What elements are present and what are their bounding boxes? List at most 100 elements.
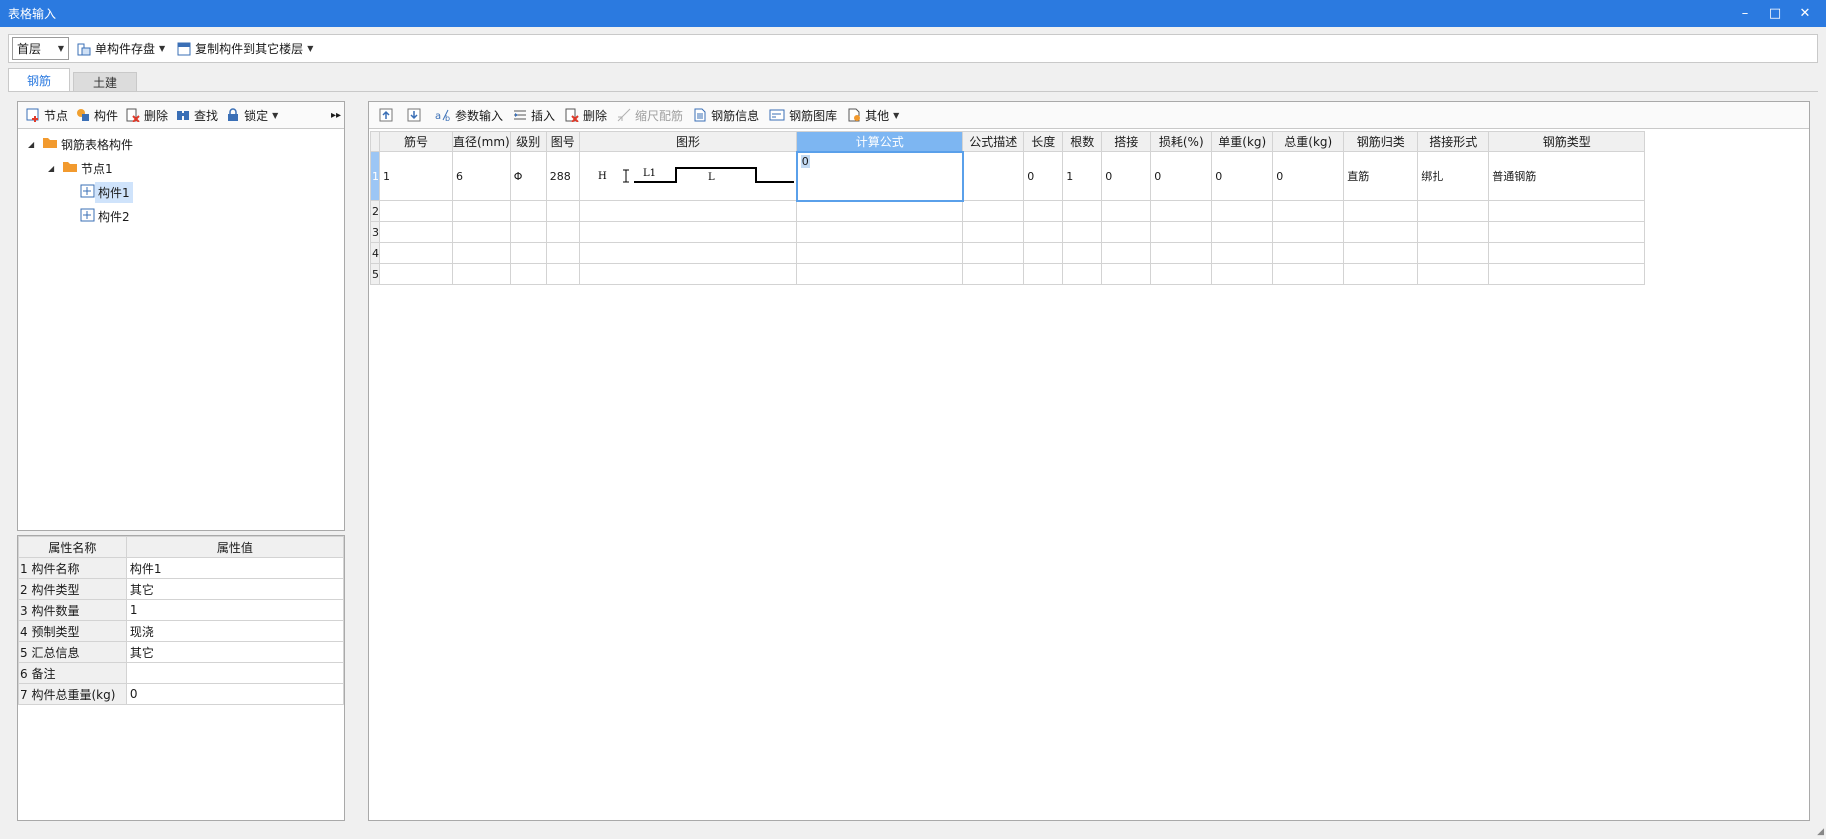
rebar-info-button[interactable]: 钢筋信息 (689, 104, 763, 127)
column-header[interactable]: 公式描述 (962, 131, 1025, 152)
copy-to-floor-button[interactable]: 复制构件到其它楼层 ▼ (173, 37, 317, 60)
bar-type-cell[interactable]: 普通钢筋 (1488, 151, 1646, 201)
window-title: 表格输入 (8, 7, 57, 21)
delete-icon (126, 108, 140, 122)
prop-value[interactable] (125, 662, 345, 684)
prop-value[interactable]: 构件1 (125, 557, 345, 579)
column-header[interactable]: 总重(kg) (1272, 131, 1345, 152)
chevron-down-icon: ▼ (272, 110, 279, 120)
table-row[interactable]: 6 备注 (18, 662, 345, 684)
row-number[interactable]: 4 (370, 242, 380, 264)
table-row[interactable]: 1 1 6 Φ 288 H L1 L 0 0 1 0 0 0 0 直筋 绑扎 普… (370, 150, 1646, 202)
table-row[interactable]: 5 (370, 263, 1646, 285)
table-row[interactable]: 3 (370, 221, 1646, 243)
row-number[interactable]: 3 (370, 221, 380, 243)
loss-cell[interactable]: 0 (1150, 151, 1213, 201)
table-row[interactable]: 1 构件名称 构件1 (18, 557, 345, 579)
add-component-button[interactable]: 构件 (72, 104, 122, 127)
delete-tree-button[interactable]: 删除 (122, 104, 172, 127)
maximize-button[interactable]: □ (1760, 0, 1790, 27)
tree-node[interactable]: ◢ 节点1 (18, 156, 344, 180)
expand-toggle-icon[interactable]: ◢ (28, 140, 38, 149)
row-number[interactable]: 2 (370, 200, 380, 222)
column-header[interactable]: 直径(mm) (452, 131, 511, 152)
save-component-button[interactable]: 单构件存盘 ▼ (73, 37, 169, 60)
find-button[interactable]: 查找 (172, 104, 222, 127)
tree-item-component1[interactable]: 构件1 (18, 180, 344, 204)
table-row[interactable]: 5 汇总信息 其它 (18, 641, 345, 663)
column-header[interactable]: 搭接 (1101, 131, 1152, 152)
minimize-button[interactable]: – (1730, 0, 1760, 27)
prop-value[interactable]: 其它 (125, 641, 345, 663)
column-header[interactable]: 图形 (578, 131, 798, 152)
bar-no-cell[interactable]: 1 (379, 151, 453, 201)
resize-grip-icon[interactable]: ◢ (1817, 827, 1824, 837)
find-label: 查找 (194, 108, 219, 123)
delete-row-button[interactable]: 删除 (561, 104, 611, 127)
column-header-formula[interactable]: 计算公式 (796, 131, 964, 152)
diameter-cell[interactable]: 6 (452, 151, 511, 201)
column-header[interactable]: 钢筋归类 (1343, 131, 1419, 152)
param-input-button[interactable]: ab 参数输入 (431, 104, 507, 127)
column-header[interactable]: 筋号 (379, 131, 453, 152)
column-header[interactable]: 长度 (1023, 131, 1064, 152)
folder-icon (42, 136, 58, 152)
insert-row-button[interactable]: 插入 (509, 104, 559, 127)
column-header[interactable]: 级别 (509, 131, 547, 152)
tree-item-component2[interactable]: 构件2 (18, 204, 344, 228)
prop-name-header: 属性名称 (18, 536, 127, 558)
move-down-button[interactable] (403, 104, 429, 127)
rebar-library-button[interactable]: 钢筋图库 (765, 104, 841, 127)
move-up-button[interactable] (375, 104, 401, 127)
prop-value[interactable]: 1 (125, 599, 345, 621)
copy-to-floor-label: 复制构件到其它楼层 (195, 42, 304, 56)
tab-civil[interactable]: 土建 (73, 72, 137, 92)
prop-value[interactable]: 现浇 (125, 620, 345, 642)
column-header[interactable]: 图号 (545, 131, 580, 152)
rebar-shape-cell[interactable]: H L1 L (578, 151, 798, 201)
count-cell[interactable]: 1 (1062, 151, 1103, 201)
component-tree-panel: 节点 构件 删除 查找 锁定 ▼ ▸▸ ◢ 钢筋表格构件 ◢ 节点1 构件1 构… (17, 101, 345, 531)
other-icon (847, 108, 861, 122)
desc-cell[interactable] (962, 151, 1025, 201)
prop-name: 预制类型 (31, 624, 80, 639)
formula-cell[interactable]: 0 (795, 150, 964, 202)
lap-type-cell[interactable]: 绑扎 (1417, 151, 1490, 201)
column-header[interactable]: 单重(kg) (1211, 131, 1274, 152)
lap-cell[interactable]: 0 (1101, 151, 1152, 201)
table-row[interactable]: 4 预制类型 现浇 (18, 620, 345, 642)
column-header[interactable]: 根数 (1062, 131, 1103, 152)
table-row[interactable]: 4 (370, 242, 1646, 264)
tab-rebar[interactable]: 钢筋 (8, 68, 70, 92)
unit-weight-cell[interactable]: 0 (1211, 151, 1274, 201)
expand-toggle-icon[interactable]: ◢ (48, 164, 58, 173)
row-number[interactable]: 5 (370, 263, 380, 285)
total-weight-cell[interactable]: 0 (1272, 151, 1345, 201)
overflow-icon[interactable]: ▸▸ (331, 110, 341, 121)
column-header[interactable]: 钢筋类型 (1488, 131, 1646, 152)
table-row[interactable]: 2 构件类型 其它 (18, 578, 345, 600)
scale-rebar-button[interactable]: 缩尺配筋 (613, 104, 687, 127)
folder-icon (62, 160, 78, 176)
binoculars-icon (176, 108, 190, 122)
properties-panel: 属性名称 属性值 1 构件名称 构件1 2 构件类型 其它 3 构件数量 1 4 预制… (17, 535, 345, 821)
column-header[interactable]: 搭接形式 (1417, 131, 1490, 152)
length-cell[interactable]: 0 (1023, 151, 1064, 201)
grade-cell[interactable]: Φ (509, 151, 547, 201)
prop-name: 备注 (31, 666, 56, 681)
row-number[interactable]: 1 (370, 151, 380, 201)
close-button[interactable]: ✕ (1790, 0, 1820, 27)
column-header[interactable]: 损耗(%) (1150, 131, 1213, 152)
floor-select[interactable]: 首层 ▼ (12, 37, 69, 60)
lock-button[interactable]: 锁定 ▼ (222, 104, 282, 127)
table-row[interactable]: 7 构件总重量(kg) 0 (18, 683, 345, 705)
prop-value[interactable]: 0 (125, 683, 345, 705)
category-cell[interactable]: 直筋 (1343, 151, 1419, 201)
table-row[interactable]: 2 (370, 200, 1646, 222)
add-node-button[interactable]: 节点 (22, 104, 72, 127)
tree-root[interactable]: ◢ 钢筋表格构件 (18, 132, 344, 156)
fig-no-cell[interactable]: 288 (545, 151, 580, 201)
other-button[interactable]: 其他 ▼ (843, 104, 903, 127)
prop-value[interactable]: 其它 (125, 578, 345, 600)
table-row[interactable]: 3 构件数量 1 (18, 599, 345, 621)
